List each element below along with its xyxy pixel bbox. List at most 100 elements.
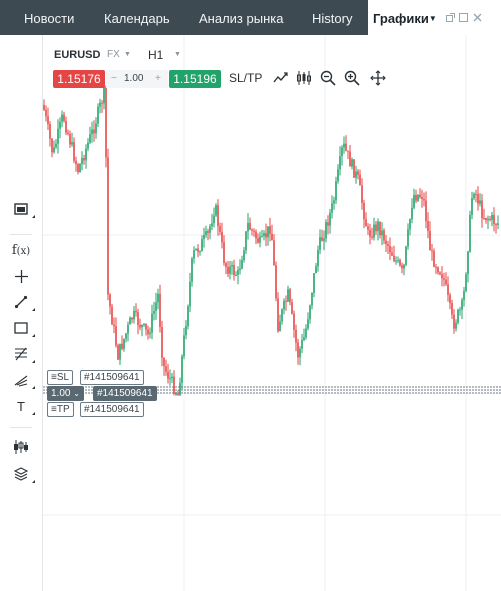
candle-body — [265, 233, 267, 238]
candle-body — [437, 267, 439, 273]
candle-body — [209, 226, 211, 233]
candle-body — [121, 343, 123, 349]
tab-calendar[interactable]: Календарь — [104, 0, 170, 35]
zoom-in-icon[interactable] — [343, 69, 361, 87]
candle-body — [379, 221, 381, 236]
candle-body — [205, 231, 207, 236]
position-ticket[interactable]: #141509641 — [93, 386, 157, 401]
tab-history[interactable]: History — [312, 0, 352, 35]
lot-decrease-button[interactable]: − — [111, 70, 117, 88]
candle-body — [281, 309, 283, 322]
bar-chart-icon[interactable] — [9, 198, 35, 220]
candle-body — [293, 313, 295, 330]
lot-input[interactable]: 1.00 — [124, 70, 143, 88]
sltp-button[interactable]: SL/TP — [229, 71, 262, 85]
candle-body — [459, 309, 461, 311]
buy-button[interactable]: 1.15196 — [169, 70, 221, 88]
candle-body — [217, 205, 219, 227]
candle-body — [419, 194, 421, 197]
candle-body — [135, 310, 137, 313]
candle-body — [483, 218, 485, 219]
crosshair-icon[interactable] — [9, 265, 33, 287]
candle-body — [311, 292, 313, 306]
tab-news[interactable]: Новости — [24, 0, 74, 35]
trendline-icon[interactable] — [9, 291, 35, 313]
stop-loss-tag[interactable]: ≡SL — [47, 370, 74, 385]
candle-body — [109, 294, 111, 307]
candle-body — [491, 215, 493, 220]
take-profit-ticket[interactable]: #141509641 — [80, 402, 144, 417]
candle-body — [425, 200, 427, 222]
candle-body — [273, 240, 275, 266]
candle-body — [465, 274, 467, 291]
candle-body — [117, 345, 119, 360]
candle-body — [55, 143, 57, 148]
candle-body — [155, 302, 157, 311]
candle-body — [453, 314, 455, 329]
candle-body — [165, 366, 167, 372]
candle-body — [227, 267, 229, 274]
rectangle-icon[interactable] — [9, 317, 35, 339]
candle-body — [101, 102, 103, 104]
candle-body — [181, 356, 183, 383]
tab-charts-label: Графики — [373, 11, 429, 26]
candle-body — [51, 138, 53, 153]
candle-body — [119, 343, 121, 360]
candle-body — [415, 195, 417, 201]
text-icon[interactable]: T — [9, 395, 35, 417]
layers-icon[interactable] — [9, 463, 35, 485]
candle-body — [291, 302, 293, 314]
move-icon[interactable] — [369, 69, 387, 87]
candle-body — [455, 322, 457, 329]
detach-icon[interactable] — [446, 13, 455, 22]
candle-body — [57, 128, 59, 144]
maximize-icon[interactable] — [459, 13, 468, 22]
lot-stepper: − 1.00 + — [106, 70, 168, 88]
candle-body — [341, 147, 343, 157]
take-profit-tag[interactable]: ≡TP — [47, 402, 74, 417]
line-chart-icon[interactable] — [272, 69, 290, 87]
candle-body — [231, 265, 233, 267]
candle-body — [267, 226, 269, 238]
candle-body — [323, 238, 325, 241]
zoom-out-icon[interactable] — [319, 69, 337, 87]
candle-body — [329, 212, 331, 226]
candle-body — [185, 326, 187, 336]
chevron-down-icon[interactable]: ▼ — [174, 51, 181, 58]
candle-body — [423, 199, 425, 201]
pitchfork-icon[interactable] — [9, 369, 35, 391]
candle-body — [343, 143, 345, 148]
fibonacci-icon[interactable] — [9, 343, 35, 365]
candle-body — [297, 342, 299, 358]
chevron-down-icon[interactable]: ▼ — [124, 51, 131, 58]
function-icon[interactable]: f(x) — [9, 239, 33, 261]
candle-body — [445, 279, 447, 285]
stop-loss-ticket[interactable]: #141509641 — [80, 370, 144, 385]
lot-increase-button[interactable]: + — [155, 70, 161, 88]
candle-body — [355, 171, 357, 178]
close-icon[interactable] — [473, 13, 482, 22]
chart-type-icon[interactable] — [295, 69, 313, 87]
candle-body — [67, 132, 69, 134]
candle-body — [305, 328, 307, 338]
sell-button[interactable]: 1.15176 — [53, 70, 105, 88]
candle-body — [125, 333, 127, 339]
candle-body — [303, 337, 305, 341]
candle-body — [203, 235, 205, 240]
sidebar-divider — [10, 427, 32, 428]
tab-market-analysis[interactable]: Анализ рынка — [199, 0, 283, 35]
candle-body — [139, 325, 141, 328]
position-volume-tag[interactable]: 1.00 ⌄ — [47, 386, 84, 401]
candle-body — [75, 160, 77, 165]
price-chart[interactable] — [43, 35, 501, 591]
timeframe-selector[interactable]: H1 — [148, 48, 163, 62]
candle-body — [87, 142, 89, 149]
candle-body — [443, 278, 445, 280]
position-volume: 1.00 — [51, 388, 71, 399]
symbol-type[interactable]: FX — [107, 49, 120, 60]
candle-body — [105, 86, 107, 158]
candles-icon[interactable] — [9, 436, 33, 458]
candle-body — [147, 329, 149, 335]
symbol-name[interactable]: EURUSD — [54, 49, 100, 61]
chevron-down-icon: ▼ — [428, 14, 437, 23]
